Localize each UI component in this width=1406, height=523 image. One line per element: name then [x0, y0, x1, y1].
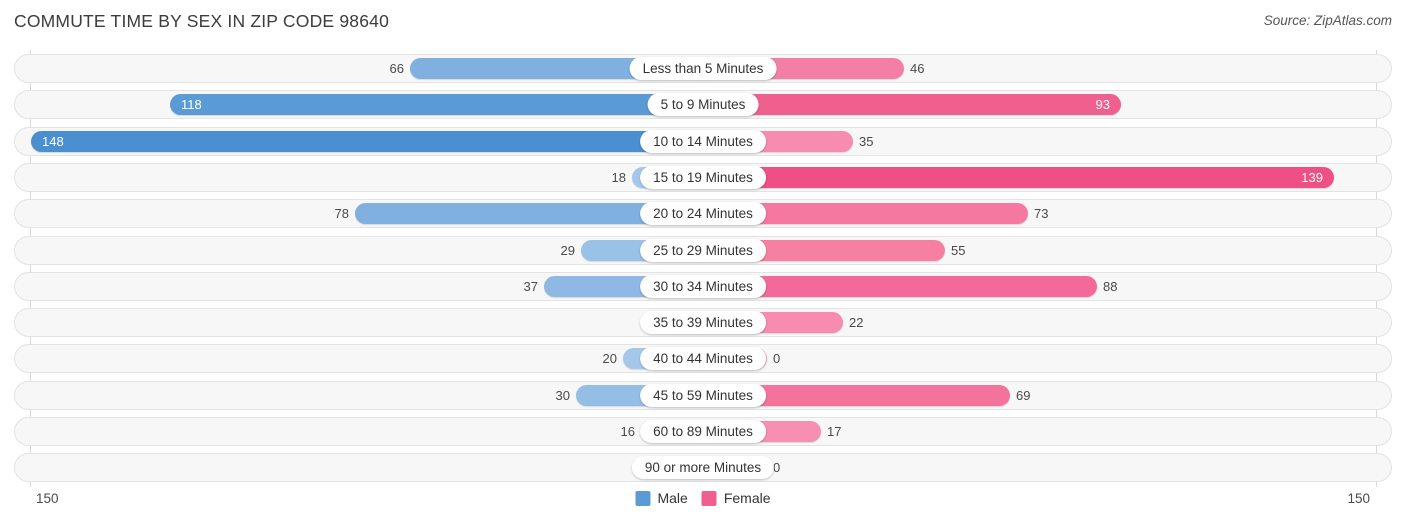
female-value-label: 88 [1103, 278, 1118, 294]
male-bar[interactable]: 118 [170, 94, 715, 116]
male-side: 66 [14, 54, 715, 83]
source-attribution: Source: ZipAtlas.com [1263, 13, 1392, 28]
male-bar[interactable]: 148 [31, 130, 715, 152]
legend-label-male: Male [657, 490, 688, 506]
male-side: 78 [14, 199, 715, 228]
male-value-label: 20 [602, 351, 617, 367]
category-label: 45 to 59 Minutes [640, 383, 766, 407]
male-side: 29 [14, 236, 715, 265]
male-side: 20 [14, 344, 715, 373]
axis-tick-left: 150 [36, 491, 59, 506]
female-bar[interactable]: 139 [691, 166, 1334, 188]
legend-swatch-male [635, 490, 651, 506]
category-label: 35 to 39 Minutes [640, 311, 766, 335]
female-side: 73 [691, 199, 1392, 228]
female-value-label: 46 [910, 61, 925, 76]
male-value-label: 148 [42, 133, 64, 149]
category-label: 20 to 24 Minutes [640, 202, 766, 226]
male-value-label: 78 [334, 206, 349, 222]
male-side: 30 [14, 381, 715, 410]
female-side: 139 [691, 163, 1392, 192]
category-label: 5 to 9 Minutes [647, 93, 759, 117]
chart-container: COMMUTE TIME BY SEX IN ZIP CODE 98640 So… [0, 0, 1406, 523]
male-value-label: 18 [611, 169, 626, 185]
female-value-label: 69 [1016, 387, 1031, 403]
male-value-label: 29 [560, 242, 575, 258]
category-label: 40 to 44 Minutes [640, 347, 766, 371]
female-value-label: 0 [773, 460, 781, 476]
legend-item-male[interactable]: Male [635, 490, 688, 506]
female-side: 93 [691, 90, 1392, 119]
female-value-label: 93 [1095, 97, 1110, 113]
male-side: 18 [14, 163, 715, 192]
chart-footer: 150 150 Male Female [0, 487, 1406, 523]
axis-tick-right: 150 [1347, 491, 1370, 506]
female-side: 55 [691, 236, 1392, 265]
female-value-label: 22 [849, 315, 864, 331]
female-side: 88 [691, 272, 1392, 301]
male-side: 16 [14, 417, 715, 446]
male-value-label: 37 [523, 278, 538, 294]
male-side: 148 [14, 127, 715, 156]
male-side: 0 [14, 308, 715, 337]
category-label: Less than 5 Minutes [629, 57, 777, 80]
legend-swatch-female [701, 490, 717, 506]
category-label: 10 to 14 Minutes [640, 129, 766, 153]
legend: Male Female [635, 490, 771, 506]
female-value-label: 55 [951, 242, 966, 258]
male-value-label: 118 [181, 97, 202, 113]
male-side: 118 [14, 90, 715, 119]
female-value-label: 139 [1301, 169, 1323, 185]
female-value-label: 0 [773, 351, 781, 367]
female-side: 46 [691, 54, 1392, 83]
female-side: 17 [691, 417, 1392, 446]
legend-item-female[interactable]: Female [701, 490, 771, 506]
category-label: 15 to 19 Minutes [640, 165, 766, 189]
category-label: 60 to 89 Minutes [640, 420, 766, 443]
female-value-label: 17 [827, 424, 842, 439]
male-value-label: 66 [389, 61, 404, 76]
female-side: 69 [691, 381, 1392, 410]
legend-label-female: Female [723, 490, 771, 506]
female-value-label: 73 [1034, 206, 1049, 222]
female-side: 35 [691, 127, 1392, 156]
male-value-label: 16 [620, 424, 635, 439]
category-label: 90 or more Minutes [631, 456, 775, 480]
male-side: 0 [14, 453, 715, 482]
male-value-label: 30 [555, 387, 570, 403]
page-title: COMMUTE TIME BY SEX IN ZIP CODE 98640 [14, 11, 390, 31]
female-side: 22 [691, 308, 1392, 337]
male-side: 37 [14, 272, 715, 301]
category-label: 25 to 29 Minutes [640, 238, 766, 262]
female-side: 0 [691, 453, 1392, 482]
category-label: 30 to 34 Minutes [640, 274, 766, 298]
female-side: 0 [691, 344, 1392, 373]
plot-area: 66 46 Less than 5 Minutes 118 93 5 to 9 Minut… [0, 50, 1406, 487]
female-value-label: 35 [859, 133, 874, 149]
